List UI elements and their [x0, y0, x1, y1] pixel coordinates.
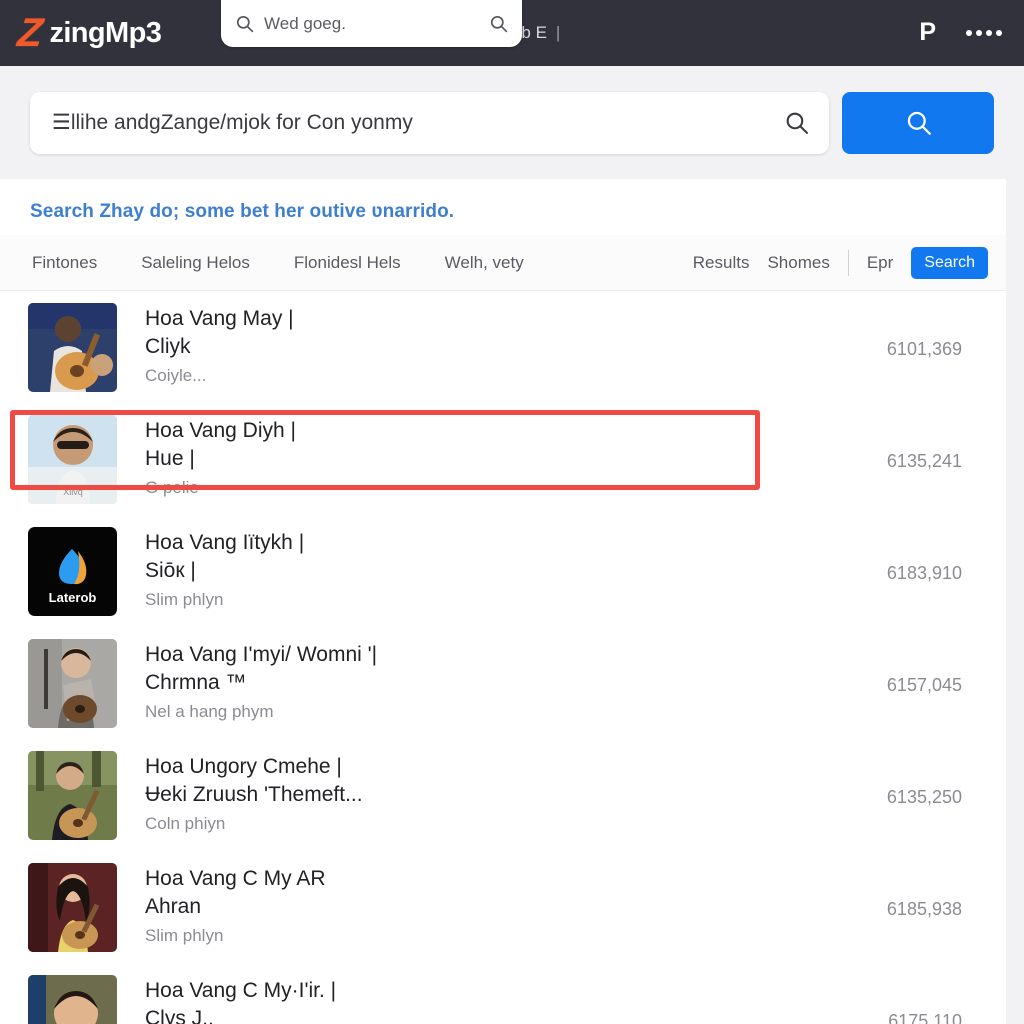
table-row[interactable]: Hoa Vang I'myi/ Womni '| Chrmna ™ Nel a …: [0, 633, 1006, 745]
result-note: G pelie: [145, 477, 199, 497]
result-count: 6175,110: [888, 1011, 962, 1024]
table-row[interactable]: Hoa Vang C My AR Ahran Slim phlyn 6185,9…: [0, 857, 1006, 969]
result-note: Nel a hang phym: [145, 701, 274, 721]
result-meta: Hoa Ungory Cmehe | Ʉeki Zruush 'Themeft.…: [117, 751, 866, 834]
table-row[interactable]: Laterob Hoa Vang Iïtykh | Siōк | Slim ph…: [0, 521, 1006, 633]
results-label[interactable]: Results: [693, 253, 750, 273]
result-subtitle[interactable]: Hue |: [145, 447, 866, 471]
result-thumbnail[interactable]: [28, 975, 117, 1024]
profile-icon[interactable]: P: [919, 19, 936, 45]
result-count: 6157,045: [886, 675, 962, 695]
result-thumbnail[interactable]: [28, 303, 117, 392]
result-thumbnail[interactable]: Xlivq: [28, 415, 117, 504]
result-title[interactable]: Hoa Vang Iïtykh |: [145, 531, 866, 555]
result-meta: Hoa Vang C My·I'ir. | Clys J..: [117, 975, 866, 1024]
result-note: Coiyle...: [145, 365, 207, 385]
main-search-input[interactable]: ☰llihe andgZange/mjok for Con yonmy: [52, 110, 784, 135]
top-navigation-bar: Z zingMp3 Wed goeg. | Hob E | P: [0, 0, 1024, 66]
result-meta: Hoa Vang May | Cliyk Coiyle...: [117, 303, 866, 386]
svg-text:Laterob: Laterob: [49, 590, 97, 605]
topbar-actions: P: [919, 19, 1002, 46]
svg-text:Xlivq: Xlivq: [63, 487, 83, 497]
results-tab-bar: Fintones Saleling Helos Flonidesl Hels W…: [0, 235, 1006, 291]
search-results-panel: Search Zhay do; some bet her outive ʋnar…: [0, 179, 1006, 1024]
result-meta: Hoa Vang I'myi/ Womni '| Chrmna ™ Nel a …: [117, 639, 866, 722]
tab-bar-right-controls: Results Shomes Epr Search: [693, 246, 988, 279]
result-title[interactable]: Hoa Vang C My AR: [145, 867, 866, 891]
result-subtitle[interactable]: Cliyk: [145, 335, 866, 359]
result-note: Coln phiyn: [145, 813, 226, 833]
more-dots-icon[interactable]: [966, 30, 1002, 36]
zing-z-mark-icon: Z: [15, 11, 43, 55]
result-thumbnail[interactable]: [28, 751, 117, 840]
main-search-input-wrapper[interactable]: ☰llihe andgZange/mjok for Con yonmy: [30, 91, 829, 154]
table-row[interactable]: Hoa Vang C My·I'ir. | Clys J.. 6175,110: [0, 969, 1006, 1024]
app-logo[interactable]: Z zingMp3: [15, 11, 162, 55]
result-count: 6135,241: [886, 451, 962, 471]
epr-label[interactable]: Epr: [867, 253, 893, 273]
search-button[interactable]: [842, 91, 994, 154]
tab-saleling-helos[interactable]: Saleling Helos: [141, 253, 250, 273]
topbar-search-input[interactable]: Wed goeg.: [264, 14, 479, 34]
result-title[interactable]: Hoa Vang Diyh |: [145, 419, 866, 443]
topbar-search-box[interactable]: Wed goeg.: [221, 0, 522, 47]
result-count: 6185,938: [886, 899, 962, 919]
result-title[interactable]: Hoa Vang May |: [145, 307, 866, 331]
tab-welh-vety[interactable]: Welh, vety: [445, 253, 524, 273]
result-count: 6183,910: [886, 563, 962, 583]
result-title[interactable]: Hoa Ungory Cmehe |: [145, 755, 866, 779]
table-row[interactable]: Xlivq Hoa Vang Diyh | Hue | G pelie 6135…: [0, 409, 1006, 521]
result-meta: Hoa Vang Iïtykh | Siōк | Slim phlyn: [117, 527, 866, 610]
result-subtitle[interactable]: Ahran: [145, 895, 866, 919]
results-list: Hoa Vang May | Cliyk Coiyle... 6101,369 …: [0, 291, 1006, 1024]
result-subtitle[interactable]: Chrmna ™: [145, 671, 866, 695]
result-note: Slim phlyn: [145, 925, 224, 945]
result-title[interactable]: Hoa Vang C My·I'ir. |: [145, 979, 866, 1003]
result-thumbnail[interactable]: [28, 863, 117, 952]
result-thumbnail[interactable]: Laterob: [28, 527, 117, 616]
search-icon: [905, 109, 932, 136]
shomes-label[interactable]: Shomes: [767, 253, 829, 273]
search-icon[interactable]: [784, 110, 809, 135]
search-submit-icon[interactable]: [489, 14, 508, 33]
table-row[interactable]: Hoa Vang May | Cliyk Coiyle... 6101,369: [0, 297, 1006, 409]
result-note: Slim phlyn: [145, 589, 224, 609]
divider: [847, 249, 849, 276]
result-meta: Hoa Vang C My AR Ahran Slim phlyn: [117, 863, 866, 946]
tabbar-search-button[interactable]: Search: [911, 246, 988, 279]
result-count: 6101,369: [886, 339, 962, 359]
result-subtitle[interactable]: Clys J..: [145, 1007, 866, 1024]
app-logo-text: zingMp3: [49, 16, 162, 49]
result-title[interactable]: Hoa Vang I'myi/ Womni '|: [145, 643, 866, 667]
result-meta: Hoa Vang Diyh | Hue | G pelie: [117, 415, 866, 498]
result-thumbnail[interactable]: [28, 639, 117, 728]
main-search-strip: ☰llihe andgZange/mjok for Con yonmy: [0, 66, 1024, 179]
table-row[interactable]: Hoa Ungory Cmehe | Ʉeki Zruush 'Themeft.…: [0, 745, 1006, 857]
result-count: 6135,250: [886, 787, 962, 807]
tab-flonidesl-hels[interactable]: Flonidesl Hels: [294, 253, 401, 273]
page-title: Search Zhay do; some bet her outive ʋnar…: [30, 201, 455, 222]
search-icon: [235, 14, 254, 33]
separator-pipe-right: |: [555, 23, 561, 42]
result-subtitle[interactable]: Ʉeki Zruush 'Themeft...: [145, 783, 866, 807]
result-subtitle[interactable]: Siōк |: [145, 559, 866, 583]
tab-fintones[interactable]: Fintones: [32, 253, 97, 273]
